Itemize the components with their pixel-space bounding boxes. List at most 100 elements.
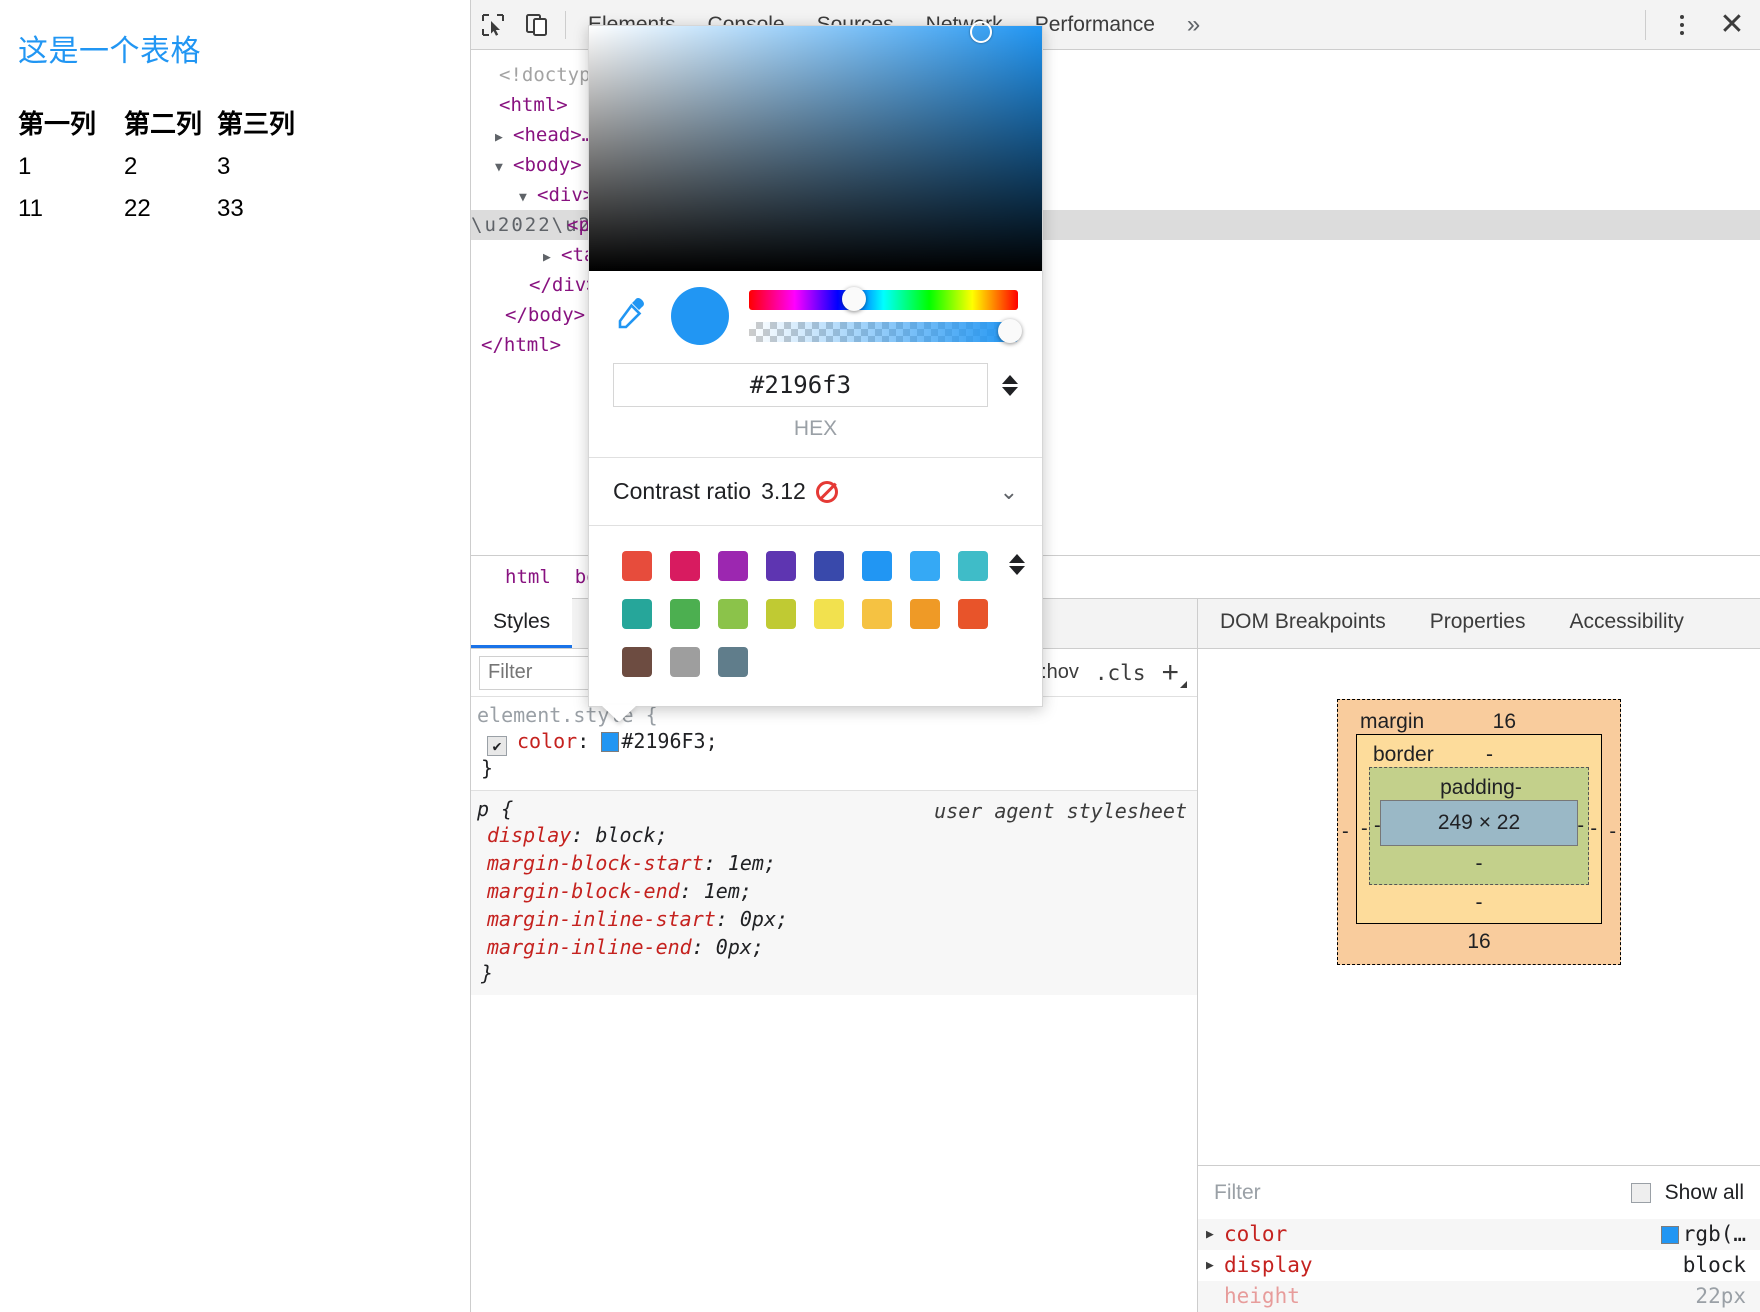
palette-swatch[interactable] (670, 551, 700, 581)
twisty-collapsed-icon[interactable]: ▶ (495, 123, 513, 153)
spectrum-handle[interactable] (970, 21, 992, 43)
color-value-row: #2196f3 (589, 355, 1042, 411)
palette-switch-button[interactable] (1009, 554, 1025, 575)
alpha-slider[interactable] (749, 319, 1022, 343)
cls-button[interactable]: .cls (1095, 661, 1146, 685)
palette-swatch[interactable] (814, 599, 844, 629)
border-left-value[interactable]: - (1361, 818, 1368, 841)
palette-swatch[interactable] (862, 599, 892, 629)
box-model-content[interactable]: 249 × 22 (1380, 800, 1578, 846)
eyedropper-icon[interactable] (613, 296, 651, 336)
table-header-cell: 第二列 (124, 109, 203, 139)
tab-dom-breakpoints[interactable]: DOM Breakpoints (1198, 598, 1408, 648)
brightness-gradient (589, 26, 1042, 271)
toolbar-divider (565, 10, 566, 39)
node-badge-icon[interactable]: \u2022\u2022\u2022 (471, 210, 711, 240)
computed-property-name: display (1224, 1253, 1313, 1277)
device-toolbar-icon[interactable] (515, 3, 559, 47)
close-icon[interactable]: ✕ (1704, 7, 1760, 42)
palette-swatch[interactable] (718, 647, 748, 677)
box-model-padding-label: padding- (1440, 776, 1522, 799)
palette-swatch[interactable] (862, 551, 892, 581)
add-rule-button[interactable]: + (1161, 656, 1187, 690)
margin-bottom-value[interactable]: 16 (1356, 924, 1602, 954)
computed-row-height[interactable]: height 22px (1198, 1281, 1760, 1312)
palette-swatch[interactable] (718, 551, 748, 581)
tab-properties[interactable]: Properties (1408, 598, 1548, 648)
computed-filter-input[interactable]: Filter (1214, 1181, 1617, 1205)
cursor-select-icon[interactable] (471, 3, 515, 47)
table-header-cell: 第一列 (18, 109, 97, 139)
show-all-checkbox[interactable] (1630, 1182, 1651, 1203)
css-declaration: display: block; (487, 823, 668, 847)
margin-left-value[interactable]: - (1342, 821, 1349, 844)
expand-icon[interactable]: ▶ (1206, 1250, 1224, 1281)
box-model-margin[interactable]: margin 16 - - border - - - padding- - - … (1337, 699, 1621, 965)
hov-button[interactable]: :hov (1041, 661, 1079, 684)
palette-swatch[interactable] (766, 599, 796, 629)
color-swatch-button[interactable] (601, 732, 620, 752)
alpha-slider-knob[interactable] (998, 319, 1022, 343)
hue-slider-knob[interactable] (842, 287, 866, 311)
css-property-name: margin-inline-start (487, 907, 716, 931)
box-model-margin-label: margin 16 (1356, 710, 1602, 734)
css-property-name[interactable]: color (517, 729, 577, 753)
tab-styles[interactable]: Styles (471, 598, 573, 648)
palette-swatch[interactable] (814, 551, 844, 581)
margin-top-value[interactable]: 16 (1493, 710, 1602, 734)
palette-swatch[interactable] (718, 599, 748, 629)
breadcrumb-item-html[interactable]: html (505, 566, 551, 588)
palette-swatch[interactable] (622, 647, 652, 677)
palette-swatch[interactable] (766, 551, 796, 581)
border-bottom-value[interactable]: - (1369, 885, 1589, 915)
css-property-name: margin-inline-end (487, 935, 692, 959)
table-cell: 22 (124, 195, 151, 222)
border-top-value[interactable]: - (1486, 743, 1589, 767)
popover-arrow (601, 705, 637, 722)
hue-slider[interactable] (749, 287, 1018, 311)
box-model-border[interactable]: border - - - padding- - - 249 × 22 - - (1356, 734, 1602, 924)
twisty-expanded-icon[interactable]: ▼ (519, 183, 537, 213)
color-format-label: HEX (793, 417, 838, 440)
css-property-value[interactable]: #2196F3 (621, 729, 705, 753)
computed-property-name: height (1224, 1284, 1300, 1308)
css-declaration: margin-inline-end: 0px; (487, 935, 764, 959)
declaration-checkbox[interactable]: ✔ (487, 736, 507, 756)
palette-swatch[interactable] (910, 551, 940, 581)
tab-accessibility[interactable]: Accessibility (1547, 598, 1705, 648)
web-page-content: 这是一个表格 第一列 第二列 第三列 1 2 3 11 22 33 (0, 0, 470, 1312)
more-options-icon[interactable] (1660, 14, 1704, 35)
chevron-down-icon[interactable]: ⌄ (1000, 479, 1018, 505)
hex-input[interactable]: #2196f3 (613, 363, 988, 407)
palette-swatch[interactable] (958, 599, 988, 629)
color-sliders (749, 287, 1022, 343)
padding-right-value[interactable]: - (1577, 815, 1584, 838)
palette-swatch[interactable] (958, 551, 988, 581)
palette-swatch[interactable] (622, 599, 652, 629)
computed-row-display[interactable]: ▶ display block (1198, 1250, 1760, 1281)
color-picker-popover[interactable]: #2196f3 HEX Contrast ratio 3.12 ⌄ (588, 21, 1043, 722)
padding-bottom-value[interactable]: - (1380, 846, 1578, 876)
color-spectrum[interactable] (589, 21, 1042, 271)
palette-swatch[interactable] (910, 599, 940, 629)
css-rules-list: element.style { ✔ color: #2196F3; } p { u… (471, 697, 1197, 1312)
toolbar-divider (1645, 9, 1646, 40)
css-property-name: margin-block-end (487, 879, 680, 903)
palette-swatch[interactable] (670, 599, 700, 629)
color-preview-swatch (671, 287, 729, 345)
computed-row-color[interactable]: ▶ color rgb(… (1198, 1219, 1760, 1250)
margin-right-value[interactable]: - (1609, 821, 1616, 844)
contrast-ratio-row[interactable]: Contrast ratio 3.12 ⌄ (589, 457, 1042, 525)
table-cell: 2 (124, 153, 138, 180)
palette-swatch[interactable] (622, 551, 652, 581)
box-model-padding[interactable]: padding- - - 249 × 22 - (1369, 767, 1589, 885)
toolbar-right-group: ✕ (1631, 7, 1760, 42)
twisty-expanded-icon[interactable]: ▼ (495, 153, 513, 183)
format-toggle-button[interactable] (1002, 374, 1018, 396)
expand-icon[interactable]: ▶ (1206, 1219, 1224, 1250)
twisty-collapsed-icon[interactable]: ▶ (543, 243, 561, 273)
padding-left-value[interactable]: - (1374, 815, 1381, 838)
border-right-value[interactable]: - (1590, 818, 1597, 841)
more-tabs-icon[interactable]: » (1171, 11, 1216, 39)
palette-swatch[interactable] (670, 647, 700, 677)
